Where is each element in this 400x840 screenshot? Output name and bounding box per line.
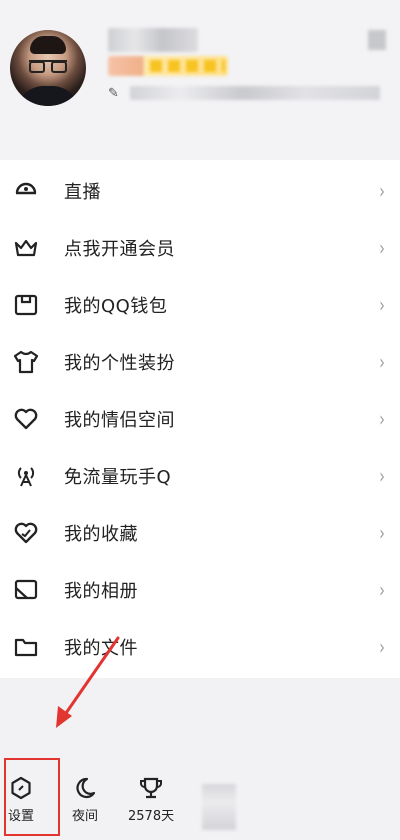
red-arrow-annotation [56,636,120,728]
